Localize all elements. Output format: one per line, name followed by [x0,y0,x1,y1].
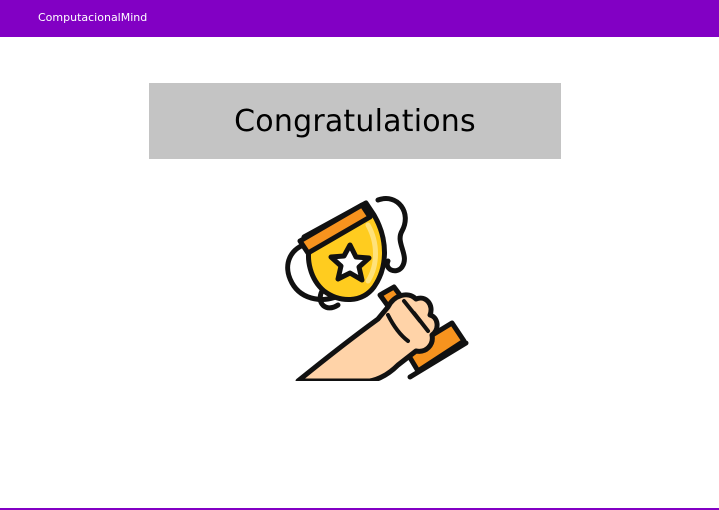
congratulations-banner: Congratulations [149,83,561,159]
banner-text: Congratulations [234,103,476,139]
app-bar: ComputacionalMind [0,0,719,37]
trophy-in-hand-icon [270,195,480,381]
app-title: ComputacionalMind [38,11,148,24]
